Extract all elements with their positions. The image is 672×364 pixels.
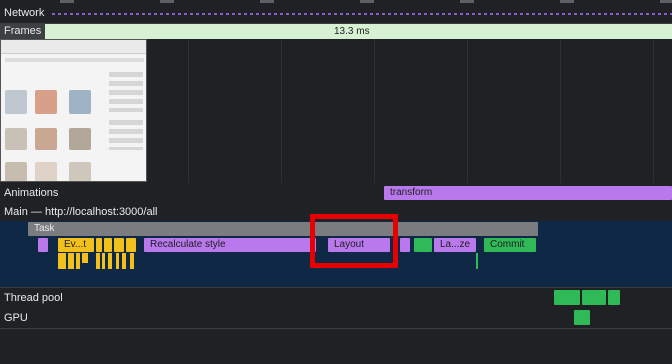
script-bar-a[interactable] — [96, 238, 102, 252]
thread-pool-track[interactable]: Thread pool — [0, 288, 672, 308]
animations-track-label: Animations — [4, 187, 59, 199]
frame-screenshot-thumbnail[interactable] — [0, 39, 147, 182]
frames-area — [0, 39, 672, 183]
network-track-label: Network — [4, 7, 45, 19]
ruler-ticks — [60, 0, 672, 3]
animation-transform-bar[interactable]: transform — [384, 186, 672, 200]
thread-pool-task-1[interactable] — [554, 290, 580, 305]
recalculate-style-bar[interactable]: Recalculate style — [144, 238, 316, 252]
thread-pool-label: Thread pool — [4, 292, 63, 304]
network-track[interactable]: Network — [0, 0, 672, 24]
script-bar-c[interactable] — [114, 238, 124, 252]
gpu-task[interactable] — [574, 310, 590, 325]
recalc-style-tail-bar[interactable] — [400, 238, 410, 252]
script-bar-d[interactable] — [126, 238, 136, 252]
script-bar-b[interactable] — [104, 238, 112, 252]
script-substack — [58, 253, 138, 269]
paint-bar[interactable] — [414, 238, 432, 252]
network-activity-line — [52, 13, 672, 15]
gpu-label: GPU — [4, 312, 28, 324]
commit-tick — [476, 253, 478, 269]
thread-pool-task-2[interactable] — [582, 290, 606, 305]
task-bar[interactable]: Task — [28, 222, 538, 236]
event-bar[interactable]: Ev...t — [58, 238, 94, 252]
commit-bar[interactable]: Commit — [484, 238, 536, 252]
frames-track-label: Frames — [0, 24, 46, 39]
frame-duration: 13.3 ms — [334, 26, 370, 37]
frames-track[interactable]: Frames 13.3 ms — [0, 24, 672, 39]
animations-track[interactable]: Animations transform — [0, 183, 672, 203]
recalc-style-small-bar[interactable] — [38, 238, 48, 252]
main-track-label: Main — http://localhost:3000/all — [4, 206, 158, 218]
thread-pool-task-3[interactable] — [608, 290, 620, 305]
layout-highlight-box — [310, 214, 398, 268]
gpu-track[interactable]: GPU — [0, 308, 672, 328]
layerize-bar[interactable]: La...ze — [434, 238, 476, 252]
